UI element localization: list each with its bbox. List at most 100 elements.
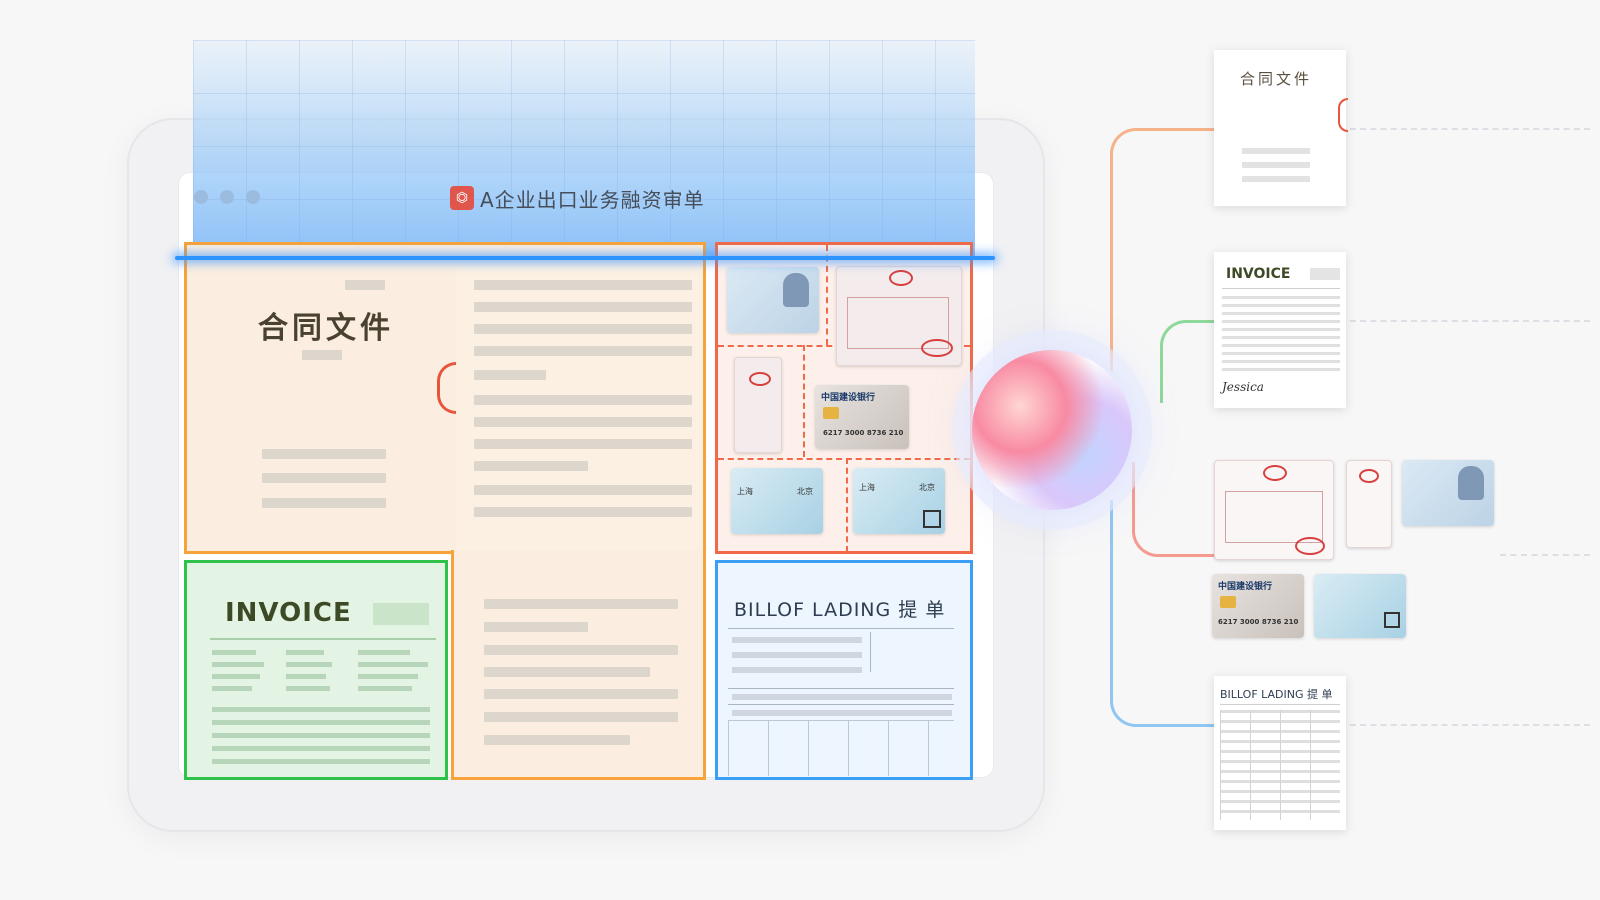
bank-name: 中国建设银行: [821, 393, 876, 403]
output-bill-of-lading-title: BILLOF LADING 提 单: [1220, 688, 1333, 701]
window-minimize-button[interactable]: [220, 190, 234, 204]
signature: Jessica: [1222, 380, 1264, 394]
invoice-lines: [1222, 296, 1340, 376]
divider: [1220, 704, 1340, 705]
text-line: [262, 449, 386, 459]
text-line: [212, 650, 256, 655]
text-line: [484, 689, 678, 699]
text-line: [286, 674, 326, 679]
divider: [826, 245, 828, 345]
text-line: [474, 507, 692, 517]
text-line: [484, 622, 588, 632]
ticket-to: 北京: [797, 487, 813, 496]
text-line: [286, 686, 330, 691]
divider: [728, 688, 954, 689]
output-contract-doc[interactable]: 合同文件: [1214, 50, 1348, 206]
connector-bill-of-lading: [1110, 500, 1215, 727]
output-contract-title: 合同文件: [1240, 70, 1313, 88]
text-line: [474, 395, 692, 405]
text-line: [484, 712, 678, 722]
stamp-icon: [1338, 98, 1348, 132]
connector-invoice: [1160, 320, 1215, 403]
stamp-icon: [437, 362, 456, 414]
train-ticket: 上海 北京: [731, 468, 823, 534]
divider: [803, 345, 805, 457]
text-line: [345, 280, 385, 290]
pdf-icon: ⏣: [450, 186, 474, 210]
ticket-from: 上海: [737, 487, 753, 496]
contract-region-page-2[interactable]: [451, 550, 706, 780]
avatar: [783, 273, 809, 307]
text-line: [358, 674, 418, 679]
ticket-from: 上海: [859, 483, 875, 492]
output-bank-card[interactable]: 中国建设银行 6217 3000 8736 210: [1212, 574, 1304, 638]
bank-card-number: 6217 3000 8736 210: [823, 429, 904, 437]
divider: [210, 638, 436, 640]
guide-line: [1500, 554, 1590, 556]
bill-of-lading-title: BILLOF LADING 提 单: [734, 599, 946, 621]
text-line: [474, 324, 692, 334]
stamp-icon: [889, 270, 913, 286]
text-line: [474, 461, 588, 471]
avatar: [1458, 466, 1484, 500]
text-line: [474, 370, 546, 380]
text-line: [732, 652, 862, 658]
contract-title: 合同文件: [258, 311, 394, 346]
window-title: A企业出口业务融资审单: [480, 187, 705, 212]
window-maximize-button[interactable]: [246, 190, 260, 204]
divider: [728, 704, 954, 705]
id-card: [727, 267, 819, 333]
output-invoice-doc[interactable]: INVOICE Jessica: [1214, 252, 1346, 408]
text-line: [358, 662, 428, 667]
text-line: [474, 485, 692, 495]
e-invoice-receipt: [836, 266, 962, 366]
text-line: [302, 350, 342, 360]
output-bill-of-lading-doc[interactable]: BILLOF LADING 提 单: [1214, 676, 1346, 830]
output-bank-name: 中国建设银行: [1218, 582, 1273, 592]
text-line: [732, 667, 862, 673]
text-line: [474, 302, 692, 312]
divider: [846, 458, 848, 552]
text-line: [484, 735, 630, 745]
qr-icon: [923, 510, 941, 528]
invoice-logo-placeholder: [1310, 268, 1340, 280]
output-train-ticket[interactable]: [1314, 574, 1406, 638]
chip-icon: [823, 407, 839, 419]
stamp-icon: [1263, 465, 1287, 481]
divider: [1222, 288, 1340, 289]
text-line: [212, 707, 430, 712]
bank-card: 中国建设银行 6217 3000 8736 210: [815, 385, 909, 449]
output-e-invoice[interactable]: [1214, 460, 1334, 560]
window-controls: [194, 189, 272, 208]
text-line: [212, 720, 430, 725]
text-line: [474, 280, 692, 290]
train-ticket: 上海 北京: [853, 468, 945, 534]
text-line: [484, 667, 650, 677]
text-line: [474, 346, 692, 356]
output-invoice-title: INVOICE: [1226, 266, 1291, 282]
text-line: [262, 473, 386, 483]
output-bank-card-number: 6217 3000 8736 210: [1218, 618, 1299, 626]
invoice-title: INVOICE: [225, 598, 352, 628]
invoice-logo-placeholder: [373, 603, 429, 625]
text-line: [212, 733, 430, 738]
text-line: [474, 439, 692, 449]
text-line: [1242, 162, 1310, 168]
window-close-button[interactable]: [194, 190, 208, 204]
text-line: [484, 645, 678, 655]
output-receipt-strip[interactable]: [1346, 460, 1392, 548]
window-titlebar: ⏣ A企业出口业务融资审单: [450, 184, 705, 212]
contract-text-page: [456, 265, 702, 550]
stamp-icon: [921, 339, 953, 357]
divider: [718, 458, 970, 460]
text-line: [474, 417, 692, 427]
text-line: [262, 498, 386, 508]
guide-line: [1350, 320, 1590, 322]
ai-orb-icon[interactable]: [972, 350, 1132, 510]
text-line: [732, 694, 952, 700]
output-id-card[interactable]: [1402, 460, 1494, 526]
scan-line: [175, 256, 995, 260]
text-line: [212, 746, 430, 751]
text-line: [732, 637, 862, 643]
text-line: [1242, 148, 1310, 154]
